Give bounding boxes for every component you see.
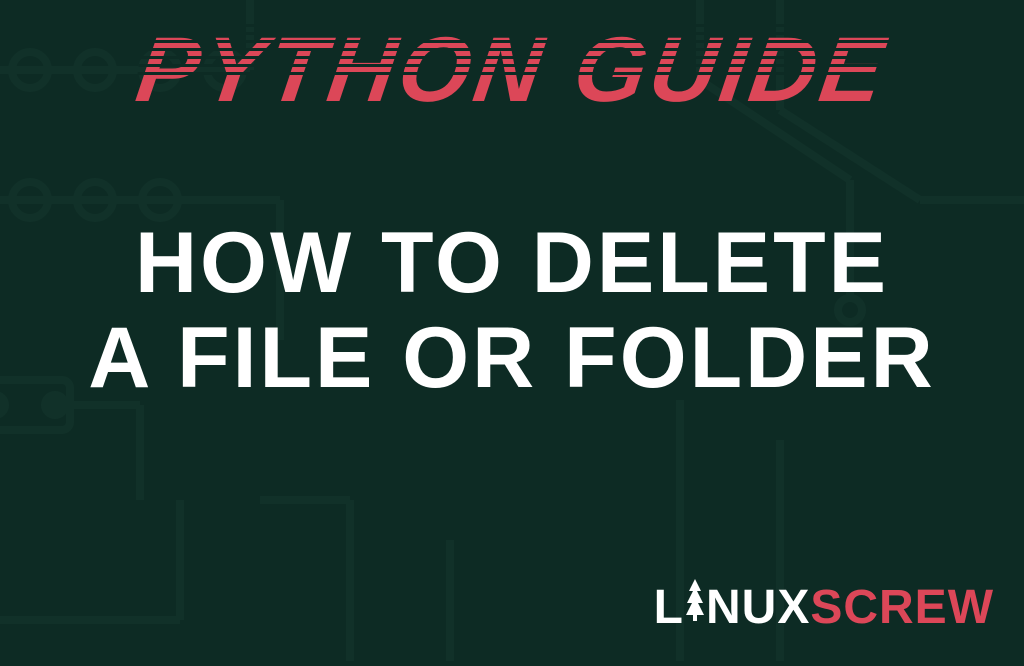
header-label-text: PYTHON GUIDE [131, 24, 892, 116]
main-title-line2: A FILE OR FOLDER [88, 311, 935, 406]
header-label: PYTHON GUIDE [131, 24, 892, 116]
linuxscrew-logo: L NUX SCREW [654, 580, 994, 635]
main-title: HOW TO DELETE A FILE OR FOLDER [88, 216, 935, 405]
logo-part-nux: NUX [706, 580, 810, 635]
main-title-line1: HOW TO DELETE [88, 216, 935, 311]
content-container: PYTHON GUIDE HOW TO DELETE A FILE OR FOL… [0, 0, 1024, 661]
logo-part-screw: SCREW [810, 580, 994, 635]
logo-part-l: L [654, 580, 684, 635]
